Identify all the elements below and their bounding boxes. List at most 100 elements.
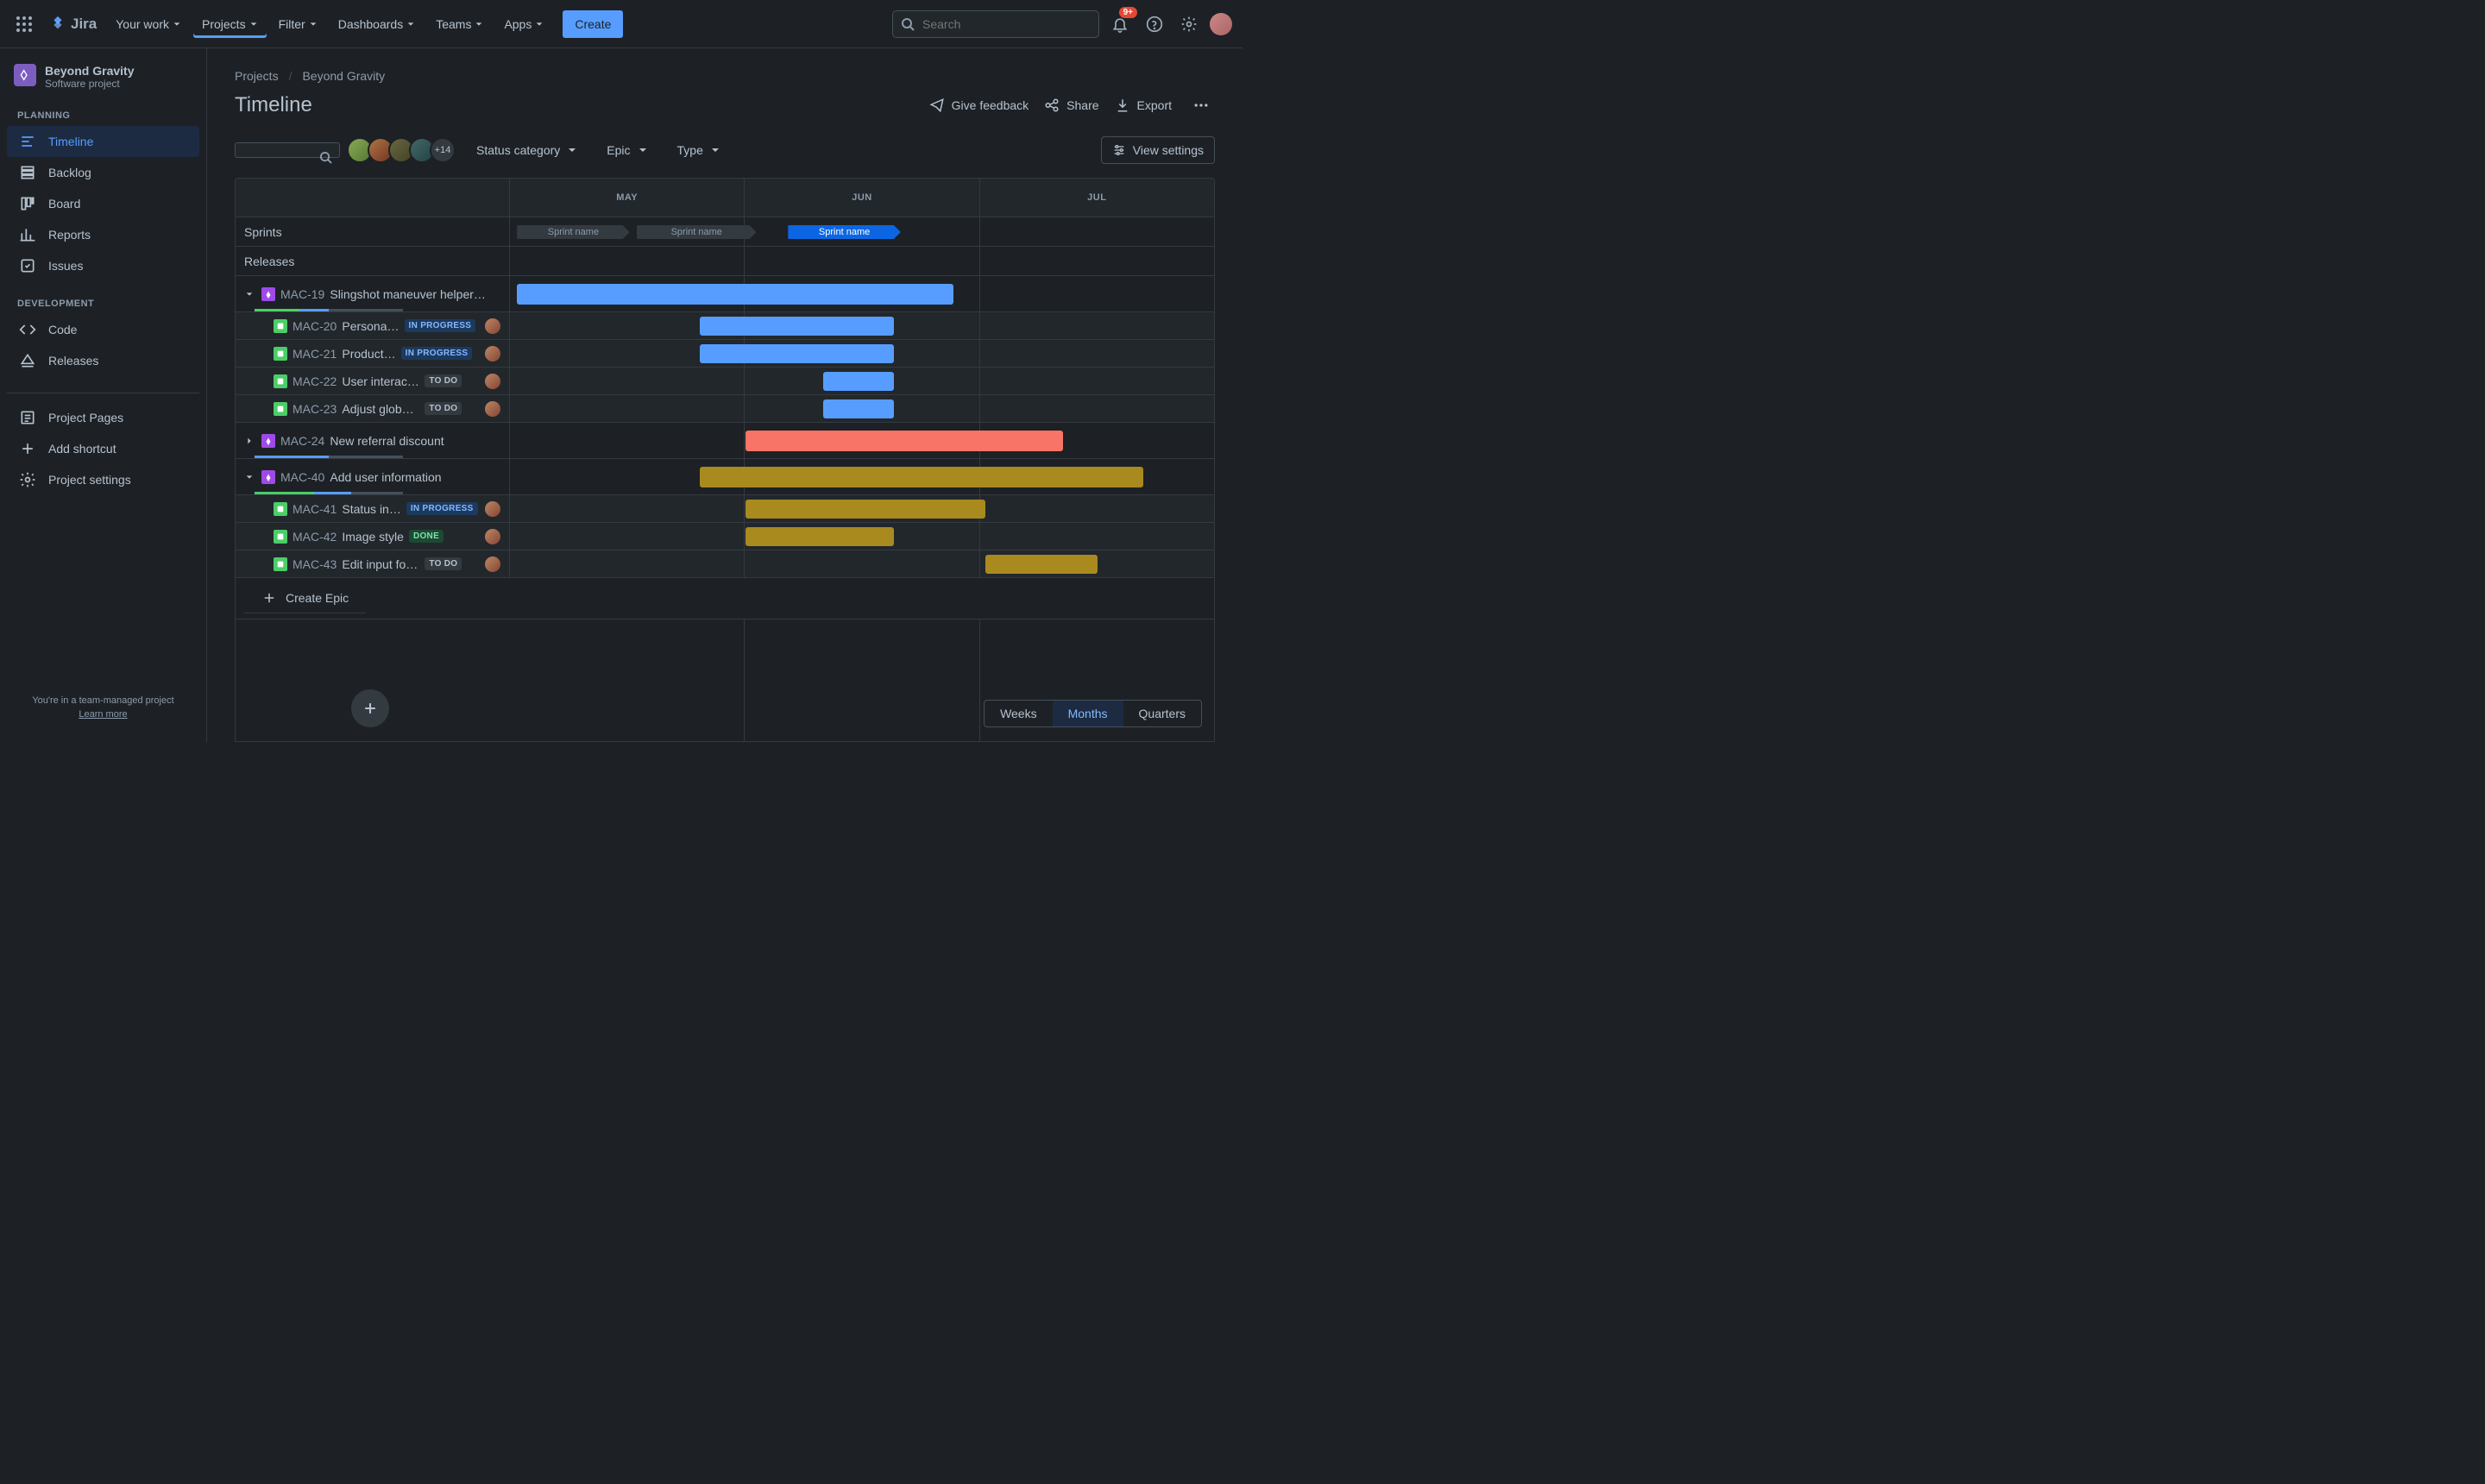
- filter-search[interactable]: [235, 142, 340, 158]
- sidebar-item-issues[interactable]: Issues: [7, 250, 199, 281]
- development-section-label: DEVELOPMENT: [7, 293, 199, 314]
- sidebar-item-timeline[interactable]: Timeline: [7, 126, 199, 157]
- expand-icon[interactable]: [242, 287, 256, 301]
- main-content: Projects / Beyond Gravity Timeline Give …: [207, 48, 1242, 742]
- timeline-bar[interactable]: [823, 399, 894, 418]
- nav-filter[interactable]: Filter: [270, 10, 326, 38]
- search-input[interactable]: [892, 10, 1099, 38]
- assignee-avatar[interactable]: [485, 374, 500, 389]
- status-badge: TO DO: [425, 402, 462, 415]
- assignee-avatar[interactable]: [485, 318, 500, 334]
- issue-title: Adjust global s…: [342, 402, 419, 416]
- export-button[interactable]: Export: [1115, 97, 1172, 113]
- epic-row-MAC-40[interactable]: MAC-40Add user information: [236, 459, 1214, 495]
- timeline-bar[interactable]: [746, 431, 1062, 451]
- timeline-bar[interactable]: [700, 344, 893, 363]
- settings-icon[interactable]: [1175, 10, 1203, 38]
- timeline-bar[interactable]: [700, 317, 893, 336]
- assignee-avatar[interactable]: [485, 501, 500, 517]
- story-icon: [274, 557, 287, 571]
- sidebar-item-backlog[interactable]: Backlog: [7, 157, 199, 188]
- status-category-filter[interactable]: Status category: [468, 138, 586, 162]
- nav-dashboards[interactable]: Dashboards: [330, 10, 425, 38]
- expand-icon[interactable]: [242, 470, 256, 484]
- status-badge: IN PROGRESS: [401, 347, 473, 360]
- story-row-MAC-23[interactable]: MAC-23Adjust global s…TO DO: [236, 395, 1214, 423]
- issue-key: MAC-22: [293, 374, 337, 388]
- help-icon[interactable]: [1141, 10, 1168, 38]
- issue-key: MAC-41: [293, 502, 337, 516]
- releases-label: Releases: [236, 247, 510, 275]
- issue-key: MAC-42: [293, 530, 337, 544]
- search-box[interactable]: [892, 10, 1099, 38]
- issue-title: Persona…: [342, 319, 399, 333]
- story-row-MAC-42[interactable]: MAC-42Image styleDONE: [236, 523, 1214, 550]
- timeline-bar[interactable]: [823, 372, 894, 391]
- timeline-bar[interactable]: [985, 555, 1098, 574]
- timeline-grid: MAYJUNJUL Sprints Sprint nameSprint name…: [235, 178, 1215, 742]
- sprint-pill[interactable]: Sprint name: [788, 225, 901, 239]
- add-fab-button[interactable]: [351, 689, 389, 727]
- user-avatar[interactable]: [1210, 13, 1232, 35]
- sprint-pill[interactable]: Sprint name: [637, 225, 757, 239]
- story-row-MAC-21[interactable]: MAC-21Product…IN PROGRESS: [236, 340, 1214, 368]
- sidebar-item-board[interactable]: Board: [7, 188, 199, 219]
- share-button[interactable]: Share: [1044, 97, 1098, 113]
- issue-title: User interactio…: [342, 374, 419, 388]
- progress-bar: [255, 456, 403, 458]
- nav-projects[interactable]: Projects: [193, 10, 267, 38]
- zoom-weeks[interactable]: Weeks: [985, 701, 1053, 726]
- assignee-filter-avatars[interactable]: +14: [352, 137, 456, 163]
- avatar-overflow[interactable]: +14: [430, 137, 456, 163]
- type-filter[interactable]: Type: [669, 138, 729, 162]
- assignee-avatar[interactable]: [485, 529, 500, 544]
- story-row-MAC-43[interactable]: MAC-43Edit input formTO DO: [236, 550, 1214, 578]
- timeline-bar[interactable]: [700, 467, 1143, 487]
- assignee-avatar[interactable]: [485, 556, 500, 572]
- zoom-months[interactable]: Months: [1053, 701, 1123, 726]
- story-row-MAC-20[interactable]: MAC-20Persona…IN PROGRESS: [236, 312, 1214, 340]
- app-switcher-icon[interactable]: [10, 10, 38, 38]
- story-icon: [274, 502, 287, 516]
- create-button[interactable]: Create: [563, 10, 623, 38]
- project-type: Software project: [45, 78, 134, 90]
- learn-more-link[interactable]: Learn more: [14, 709, 192, 720]
- timeline-bar[interactable]: [746, 527, 893, 546]
- sidebar-item-reports[interactable]: Reports: [7, 219, 199, 250]
- more-actions-icon[interactable]: [1187, 91, 1215, 119]
- assignee-avatar[interactable]: [485, 346, 500, 362]
- notifications-icon[interactable]: 9+: [1106, 10, 1134, 38]
- sidebar-item-code[interactable]: Code: [7, 314, 199, 345]
- jira-logo[interactable]: Jira: [48, 15, 97, 34]
- breadcrumb-project[interactable]: Beyond Gravity: [302, 69, 385, 83]
- sidebar-item-add-shortcut[interactable]: Add shortcut: [7, 433, 199, 464]
- view-settings-button[interactable]: View settings: [1101, 136, 1215, 164]
- epic-row-MAC-19[interactable]: MAC-19Slingshot maneuver helper…: [236, 276, 1214, 312]
- status-badge: IN PROGRESS: [406, 502, 478, 515]
- story-row-MAC-22[interactable]: MAC-22 User interactio… TO DO: [236, 368, 1214, 395]
- story-row-MAC-41[interactable]: MAC-41Status in…IN PROGRESS: [236, 495, 1214, 523]
- epic-row-MAC-24[interactable]: MAC-24New referral discount: [236, 423, 1214, 459]
- issue-key: MAC-24: [280, 434, 324, 448]
- sidebar-item-releases[interactable]: Releases: [7, 345, 199, 376]
- give-feedback-button[interactable]: Give feedback: [929, 97, 1029, 113]
- planning-section-label: PLANNING: [7, 105, 199, 126]
- logo-text: Jira: [71, 16, 97, 33]
- create-epic-button[interactable]: Create Epic: [286, 591, 349, 605]
- nav-your-work[interactable]: Your work: [107, 10, 190, 38]
- epic-filter[interactable]: Epic: [598, 138, 656, 162]
- expand-icon[interactable]: [242, 434, 256, 448]
- sidebar-item-project-pages[interactable]: Project Pages: [7, 402, 199, 433]
- sidebar: Beyond Gravity Software project PLANNING…: [0, 48, 207, 742]
- breadcrumb-projects[interactable]: Projects: [235, 69, 279, 83]
- nav-teams[interactable]: Teams: [427, 10, 492, 38]
- nav-apps[interactable]: Apps: [495, 10, 552, 38]
- assignee-avatar[interactable]: [485, 401, 500, 417]
- zoom-quarters[interactable]: Quarters: [1123, 701, 1201, 726]
- sidebar-item-project-settings[interactable]: Project settings: [7, 464, 199, 495]
- status-badge: TO DO: [425, 374, 462, 387]
- timeline-bar[interactable]: [517, 284, 953, 305]
- story-icon: [274, 319, 287, 333]
- sprint-pill[interactable]: Sprint name: [517, 225, 630, 239]
- timeline-bar[interactable]: [746, 500, 985, 519]
